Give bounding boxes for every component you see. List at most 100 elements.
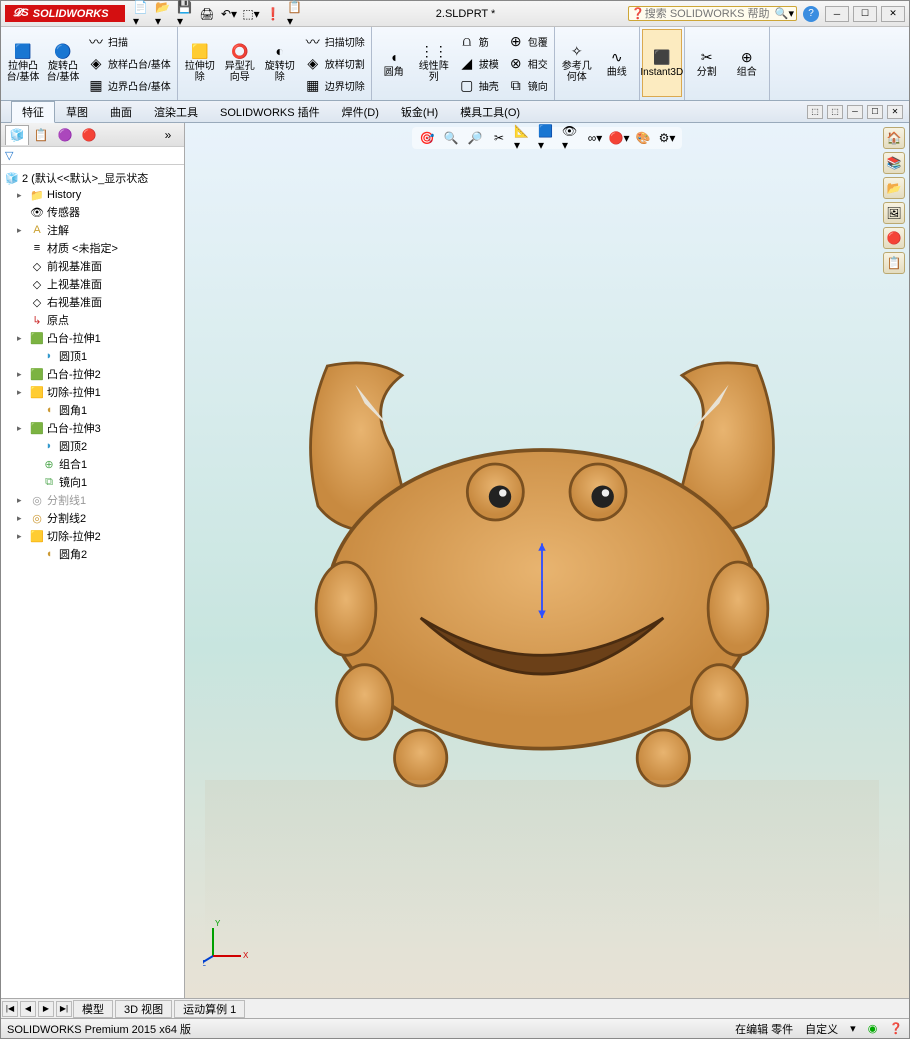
- tree-cut1[interactable]: ▸🟨切除-拉伸1: [3, 383, 182, 401]
- draft-button[interactable]: ◢拔模: [454, 53, 503, 75]
- revolve-cut-button[interactable]: ◐旋转切除: [260, 29, 300, 97]
- fillet-button[interactable]: ◖圆角: [374, 29, 414, 97]
- tab-dimxpert[interactable]: 🔴: [77, 125, 101, 145]
- section-icon[interactable]: ✂: [490, 129, 508, 147]
- rib-button[interactable]: ⩍筋: [454, 31, 503, 53]
- sweep-cut-button[interactable]: 〰扫描切除: [300, 31, 369, 53]
- btab-3dview[interactable]: 3D 视图: [115, 1000, 172, 1018]
- status-arrow-icon[interactable]: ▾: [850, 1022, 856, 1035]
- expand-icon[interactable]: ▸: [17, 495, 27, 506]
- render-icon[interactable]: 🎨: [634, 129, 652, 147]
- expand-icon[interactable]: ▸: [17, 423, 27, 434]
- minimize-button[interactable]: ─: [825, 6, 849, 22]
- expand-icon[interactable]: ▸: [17, 531, 27, 542]
- status-rebuild-icon[interactable]: ❓: [889, 1022, 903, 1035]
- select-icon[interactable]: ⬚▾: [243, 6, 259, 22]
- tab-weldments[interactable]: 焊件(D): [331, 101, 390, 123]
- tree-dome2[interactable]: ◗圆顶2: [3, 437, 182, 455]
- tree-root[interactable]: 🧊2 (默认<<默认>_显示状态: [3, 169, 182, 187]
- tree-annotations[interactable]: ▸A注解: [3, 221, 182, 239]
- tab-moldtools[interactable]: 模具工具(O): [449, 101, 531, 123]
- expand-icon[interactable]: ▸: [17, 190, 27, 201]
- tab-propertymanager[interactable]: 📋: [29, 125, 53, 145]
- loft-button[interactable]: ◈放样凸台/基体: [83, 53, 175, 75]
- tab-featuremanager[interactable]: 🧊: [5, 125, 29, 145]
- undo-icon[interactable]: ↶▾: [221, 6, 237, 22]
- view-orient-icon[interactable]: 📐▾: [514, 129, 532, 147]
- expand-icon[interactable]: ▸: [17, 333, 27, 344]
- doc-max-button[interactable]: ☐: [867, 105, 883, 119]
- search-icon[interactable]: 🔍▾: [775, 7, 794, 20]
- print-icon[interactable]: 🖨: [199, 6, 215, 22]
- tab-sketch[interactable]: 草图: [55, 101, 99, 123]
- curves-button[interactable]: ∿曲线: [597, 29, 637, 97]
- scroll-next-icon[interactable]: ▶: [38, 1001, 54, 1017]
- linear-pattern-button[interactable]: ⋮⋮线性阵列: [414, 29, 454, 97]
- tree-extrude3[interactable]: ▸🟩凸台-拉伸3: [3, 419, 182, 437]
- boundary-button[interactable]: ▦边界凸台/基体: [83, 75, 175, 97]
- tree-right-plane[interactable]: ◇右视基准面: [3, 293, 182, 311]
- expand-icon[interactable]: ▸: [17, 387, 27, 398]
- tree-cut2[interactable]: ▸🟨切除-拉伸2: [3, 527, 182, 545]
- new-icon[interactable]: 📄▾: [133, 6, 149, 22]
- tab-surface[interactable]: 曲面: [99, 101, 143, 123]
- tree-mirror1[interactable]: ⧉镜向1: [3, 473, 182, 491]
- expand-icon[interactable]: ▸: [17, 225, 27, 236]
- appearances-icon[interactable]: 🔴: [883, 227, 905, 249]
- view-triad[interactable]: Y X Z: [203, 916, 253, 966]
- doc-opt-icon[interactable]: ⬚: [807, 105, 823, 119]
- tab-feature[interactable]: 特征: [11, 101, 55, 123]
- resources-icon[interactable]: 🏠: [883, 127, 905, 149]
- sweep-button[interactable]: 〰扫描: [83, 31, 175, 53]
- tree-front-plane[interactable]: ◇前视基准面: [3, 257, 182, 275]
- loft-cut-button[interactable]: ◈放样切割: [300, 53, 369, 75]
- zoom-icon[interactable]: 🔎: [466, 129, 484, 147]
- 3d-viewport[interactable]: 🎯 🔍 🔎 ✂ 📐▾ 🟦▾ 👁▾ ∞▾ 🔴▾ 🎨 ⚙▾ 🏠 📚 📂 🖼 🔴 📋: [185, 123, 909, 998]
- doc-opt2-icon[interactable]: ⬚: [827, 105, 843, 119]
- instant3d-button[interactable]: ⬛Instant3D: [642, 29, 682, 97]
- appearance-icon[interactable]: 🔴▾: [610, 129, 628, 147]
- doc-min-button[interactable]: ─: [847, 105, 863, 119]
- scroll-last-icon[interactable]: ▶|: [56, 1001, 72, 1017]
- shell-button[interactable]: ▢抽壳: [454, 75, 503, 97]
- revolve-boss-button[interactable]: 🔵旋转凸台/基体: [43, 29, 83, 97]
- zoom-area-icon[interactable]: 🔍: [442, 129, 460, 147]
- scroll-first-icon[interactable]: |◀: [2, 1001, 18, 1017]
- open-icon[interactable]: 📂▾: [155, 6, 171, 22]
- extrude-cut-button[interactable]: 🟨拉伸切除: [180, 29, 220, 97]
- tree-fillet2[interactable]: ◖圆角2: [3, 545, 182, 563]
- search-input[interactable]: [645, 8, 775, 20]
- tree-combine1[interactable]: ⊕组合1: [3, 455, 182, 473]
- close-button[interactable]: ✕: [881, 6, 905, 22]
- tab-sheetmetal[interactable]: 钣金(H): [390, 101, 449, 123]
- custom-props-icon[interactable]: 📋: [883, 252, 905, 274]
- reference-geometry-button[interactable]: ✧参考几何体: [557, 29, 597, 97]
- extrude-boss-button[interactable]: 🟦拉伸凸台/基体: [3, 29, 43, 97]
- boundary-cut-button[interactable]: ▦边界切除: [300, 75, 369, 97]
- btab-motion[interactable]: 运动算例 1: [174, 1000, 245, 1018]
- settings-icon[interactable]: ⚙▾: [658, 129, 676, 147]
- tree-top-plane[interactable]: ◇上视基准面: [3, 275, 182, 293]
- wrap-button[interactable]: ⊕包覆: [503, 31, 552, 53]
- maximize-button[interactable]: ☐: [853, 6, 877, 22]
- help-icon[interactable]: ?: [803, 6, 819, 22]
- file-explorer-icon[interactable]: 📂: [883, 177, 905, 199]
- doc-close-button[interactable]: ✕: [887, 105, 903, 119]
- filter-row[interactable]: ▽: [1, 147, 184, 165]
- scroll-prev-icon[interactable]: ◀: [20, 1001, 36, 1017]
- tree-extrude2[interactable]: ▸🟩凸台-拉伸2: [3, 365, 182, 383]
- options-icon[interactable]: 📋▾: [287, 6, 303, 22]
- intersect-button[interactable]: ⊗相交: [503, 53, 552, 75]
- tree-sensors[interactable]: 👁传感器: [3, 203, 182, 221]
- rebuild-icon[interactable]: ❗: [265, 6, 281, 22]
- split-button[interactable]: ✂分割: [687, 29, 727, 97]
- zoom-fit-icon[interactable]: 🎯: [418, 129, 436, 147]
- mirror-button[interactable]: ⧉镜向: [503, 75, 552, 97]
- tab-render[interactable]: 渲染工具: [143, 101, 209, 123]
- view-palette-icon[interactable]: 🖼: [883, 202, 905, 224]
- status-flag-icon[interactable]: ◉: [868, 1022, 878, 1035]
- tree-splitline1[interactable]: ▸◎分割线1: [3, 491, 182, 509]
- save-icon[interactable]: 💾▾: [177, 6, 193, 22]
- design-lib-icon[interactable]: 📚: [883, 152, 905, 174]
- status-custom[interactable]: 自定义: [805, 1021, 838, 1037]
